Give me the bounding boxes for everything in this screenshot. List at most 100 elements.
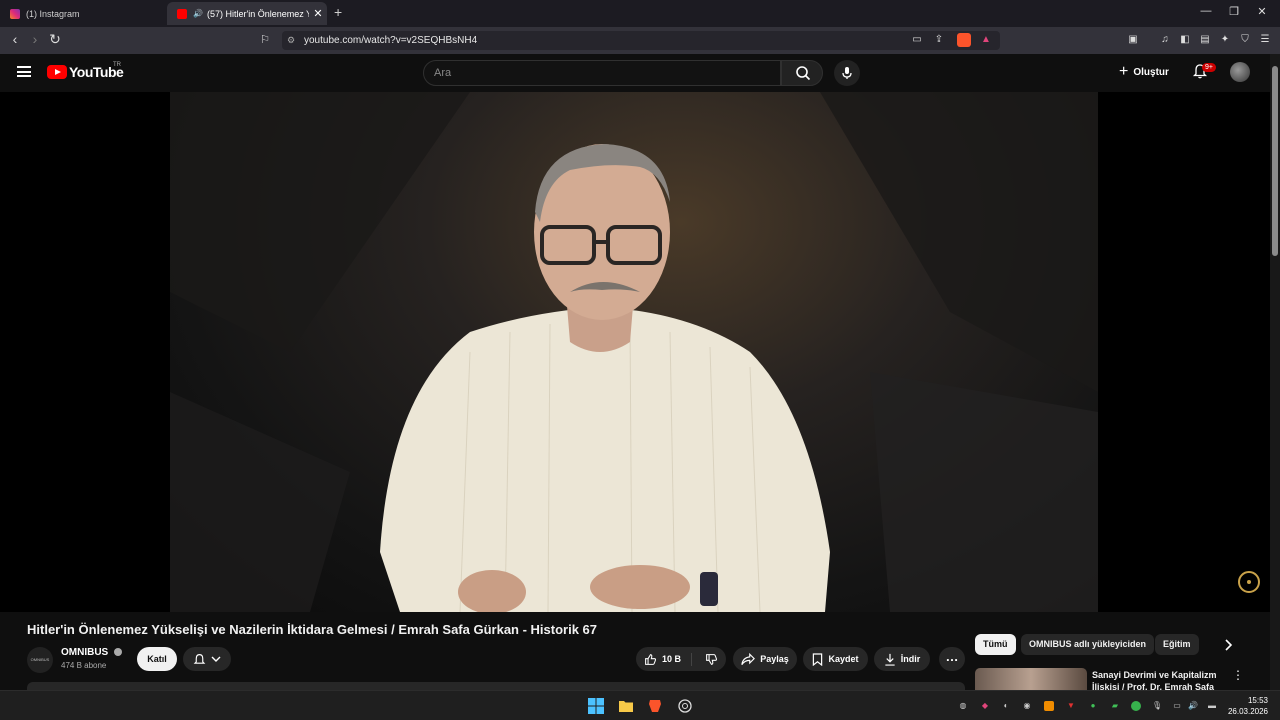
- description-box[interactable]: [27, 682, 965, 690]
- download-label: İndir: [900, 654, 921, 664]
- maximize-button[interactable]: ❐: [1224, 5, 1244, 18]
- tray-app-icon[interactable]: [1044, 701, 1054, 711]
- tray-app-icon[interactable]: ▼: [1066, 701, 1076, 711]
- menu-icon[interactable]: ☰: [1258, 33, 1272, 47]
- video-player[interactable]: [0, 92, 1270, 612]
- chip-education[interactable]: Eğitim: [1155, 634, 1199, 655]
- channel-avatar[interactable]: OMNIBUS: [27, 647, 53, 673]
- video-title: Hitler'in Önlenemez Yükselişi ve Naziler…: [27, 622, 598, 637]
- share-button[interactable]: Paylaş: [733, 647, 797, 671]
- channel-watermark-icon[interactable]: [1238, 571, 1260, 593]
- like-dislike-group: 10 B: [636, 647, 726, 671]
- save-label: Kaydet: [828, 654, 859, 664]
- share-arrow-icon: [741, 652, 756, 665]
- share-icon[interactable]: ⇪: [932, 33, 946, 47]
- file-explorer-icon[interactable]: [618, 698, 634, 714]
- screenshot-icon[interactable]: ▣: [1126, 33, 1140, 47]
- address-field[interactable]: ⚙ youtube.com/watch?v=v2SEQHBsNH4: [282, 31, 1000, 50]
- vpn-shield-icon[interactable]: ⛉: [1238, 33, 1252, 47]
- battery-icon[interactable]: ▬: [1205, 701, 1219, 711]
- wallet-icon[interactable]: ▤: [1198, 33, 1212, 47]
- site-settings-icon[interactable]: ⚙: [287, 31, 295, 50]
- video-scene: [170, 92, 1098, 612]
- windows-start-icon[interactable]: [588, 698, 604, 714]
- taskbar-clock[interactable]: 15:53 26.03.2026: [1224, 695, 1268, 717]
- like-count: 10 B: [662, 654, 682, 664]
- new-tab-button[interactable]: +: [334, 4, 342, 20]
- instagram-icon: [10, 8, 20, 19]
- leo-ai-icon[interactable]: ✦: [1218, 33, 1232, 47]
- minimize-button[interactable]: —: [1196, 5, 1216, 17]
- search-input[interactable]: [424, 61, 780, 85]
- tray-app-icon[interactable]: ▰: [1110, 701, 1120, 711]
- chip-all[interactable]: Tümü: [975, 634, 1016, 655]
- chevron-right-icon: [1225, 639, 1233, 651]
- more-actions-button[interactable]: …: [939, 647, 965, 671]
- thumbs-down-icon: [706, 653, 718, 665]
- tab-instagram[interactable]: (1) Instagram: [0, 2, 165, 25]
- guide-menu-icon[interactable]: [17, 66, 31, 77]
- microphone-tray-icon[interactable]: 🎙: [1152, 701, 1162, 711]
- tray-app-icon[interactable]: [1131, 701, 1141, 711]
- like-button[interactable]: 10 B: [644, 652, 693, 666]
- save-button[interactable]: Kaydet: [803, 647, 868, 671]
- chip-from-uploader[interactable]: OMNIBUS adlı yükleyiciden: [1021, 634, 1155, 655]
- sidebar-icon[interactable]: ◧: [1178, 33, 1192, 47]
- join-label: Katıl: [147, 654, 167, 664]
- youtube-logo-icon[interactable]: [47, 65, 67, 79]
- download-button[interactable]: İndir: [874, 647, 930, 671]
- brave-shields-icon[interactable]: [957, 33, 971, 47]
- forward-button[interactable]: ›: [26, 31, 44, 47]
- more-horizontal-icon: …: [945, 649, 959, 664]
- thumbs-up-icon: [645, 653, 657, 665]
- search-button[interactable]: [781, 60, 823, 86]
- tray-app-icon[interactable]: ◆: [980, 701, 990, 711]
- subscription-notifications-button[interactable]: [183, 647, 231, 671]
- clock-date: 26.03.2026: [1227, 707, 1268, 716]
- download-icon: [885, 653, 895, 666]
- chevron-down-icon: [211, 656, 221, 662]
- voice-search-button[interactable]: [834, 60, 860, 86]
- recommendation-thumbnail[interactable]: [975, 668, 1087, 690]
- bell-icon: [193, 653, 206, 664]
- account-avatar[interactable]: [1230, 62, 1250, 82]
- browser-toolbar: ‹ › ↻ ⚐ ⚙ youtube.com/watch?v=v2SEQHBsNH…: [0, 27, 1280, 54]
- search-box[interactable]: [423, 60, 781, 86]
- chatgpt-icon[interactable]: [677, 698, 693, 714]
- plus-icon: +: [1119, 63, 1129, 80]
- tray-app-icon[interactable]: ◉: [1022, 701, 1032, 711]
- video-frame: [170, 92, 1098, 612]
- cast-icon[interactable]: ▭: [910, 33, 924, 47]
- microphone-icon: [842, 67, 852, 79]
- back-button[interactable]: ‹: [6, 31, 24, 47]
- channel-name[interactable]: OMNIBUS: [61, 647, 123, 658]
- create-button[interactable]: + Oluştur: [1119, 63, 1169, 81]
- recommendation-title[interactable]: Sanayi Devrimi ve Kapitalizm İlişkisi / …: [1092, 669, 1222, 690]
- tray-app-icon[interactable]: ◐: [1001, 701, 1011, 711]
- network-icon[interactable]: ▭: [1172, 701, 1182, 711]
- bookmark-icon: [813, 652, 823, 666]
- url-text: youtube.com/watch?v=v2SEQHBsNH4: [304, 35, 478, 46]
- close-tab-icon[interactable]: ✕: [309, 7, 327, 20]
- scrollbar-thumb[interactable]: [1272, 66, 1278, 256]
- chips-next-button[interactable]: [1219, 636, 1237, 654]
- tab-title: (1) Instagram: [26, 8, 80, 19]
- create-label: Oluştur: [1133, 66, 1169, 78]
- volume-icon[interactable]: 🔊: [1188, 701, 1198, 711]
- brave-browser-icon[interactable]: [647, 698, 663, 714]
- subscriber-count: 474 B abone: [61, 661, 107, 670]
- tray-app-icon[interactable]: ◍: [958, 701, 968, 711]
- channel-name-text: OMNIBUS: [61, 647, 109, 658]
- tray-app-icon[interactable]: ●: [1088, 701, 1098, 711]
- brave-rewards-icon[interactable]: ▲: [979, 33, 993, 47]
- reload-button[interactable]: ↻: [46, 31, 64, 48]
- bookmark-icon[interactable]: ⚐: [256, 33, 274, 46]
- dislike-button[interactable]: [697, 653, 718, 666]
- recommendation-menu-icon[interactable]: ⋮: [1232, 668, 1244, 682]
- music-icon[interactable]: ♫: [1158, 33, 1172, 47]
- close-window-button[interactable]: ✕: [1252, 5, 1272, 18]
- tab-youtube-video[interactable]: 🔊 (57) Hitler'in Önlenemez Yükselişi ✕: [167, 2, 327, 25]
- speaker-icon[interactable]: 🔊: [193, 9, 203, 18]
- youtube-icon: [177, 8, 187, 19]
- join-button[interactable]: Katıl: [137, 647, 177, 671]
